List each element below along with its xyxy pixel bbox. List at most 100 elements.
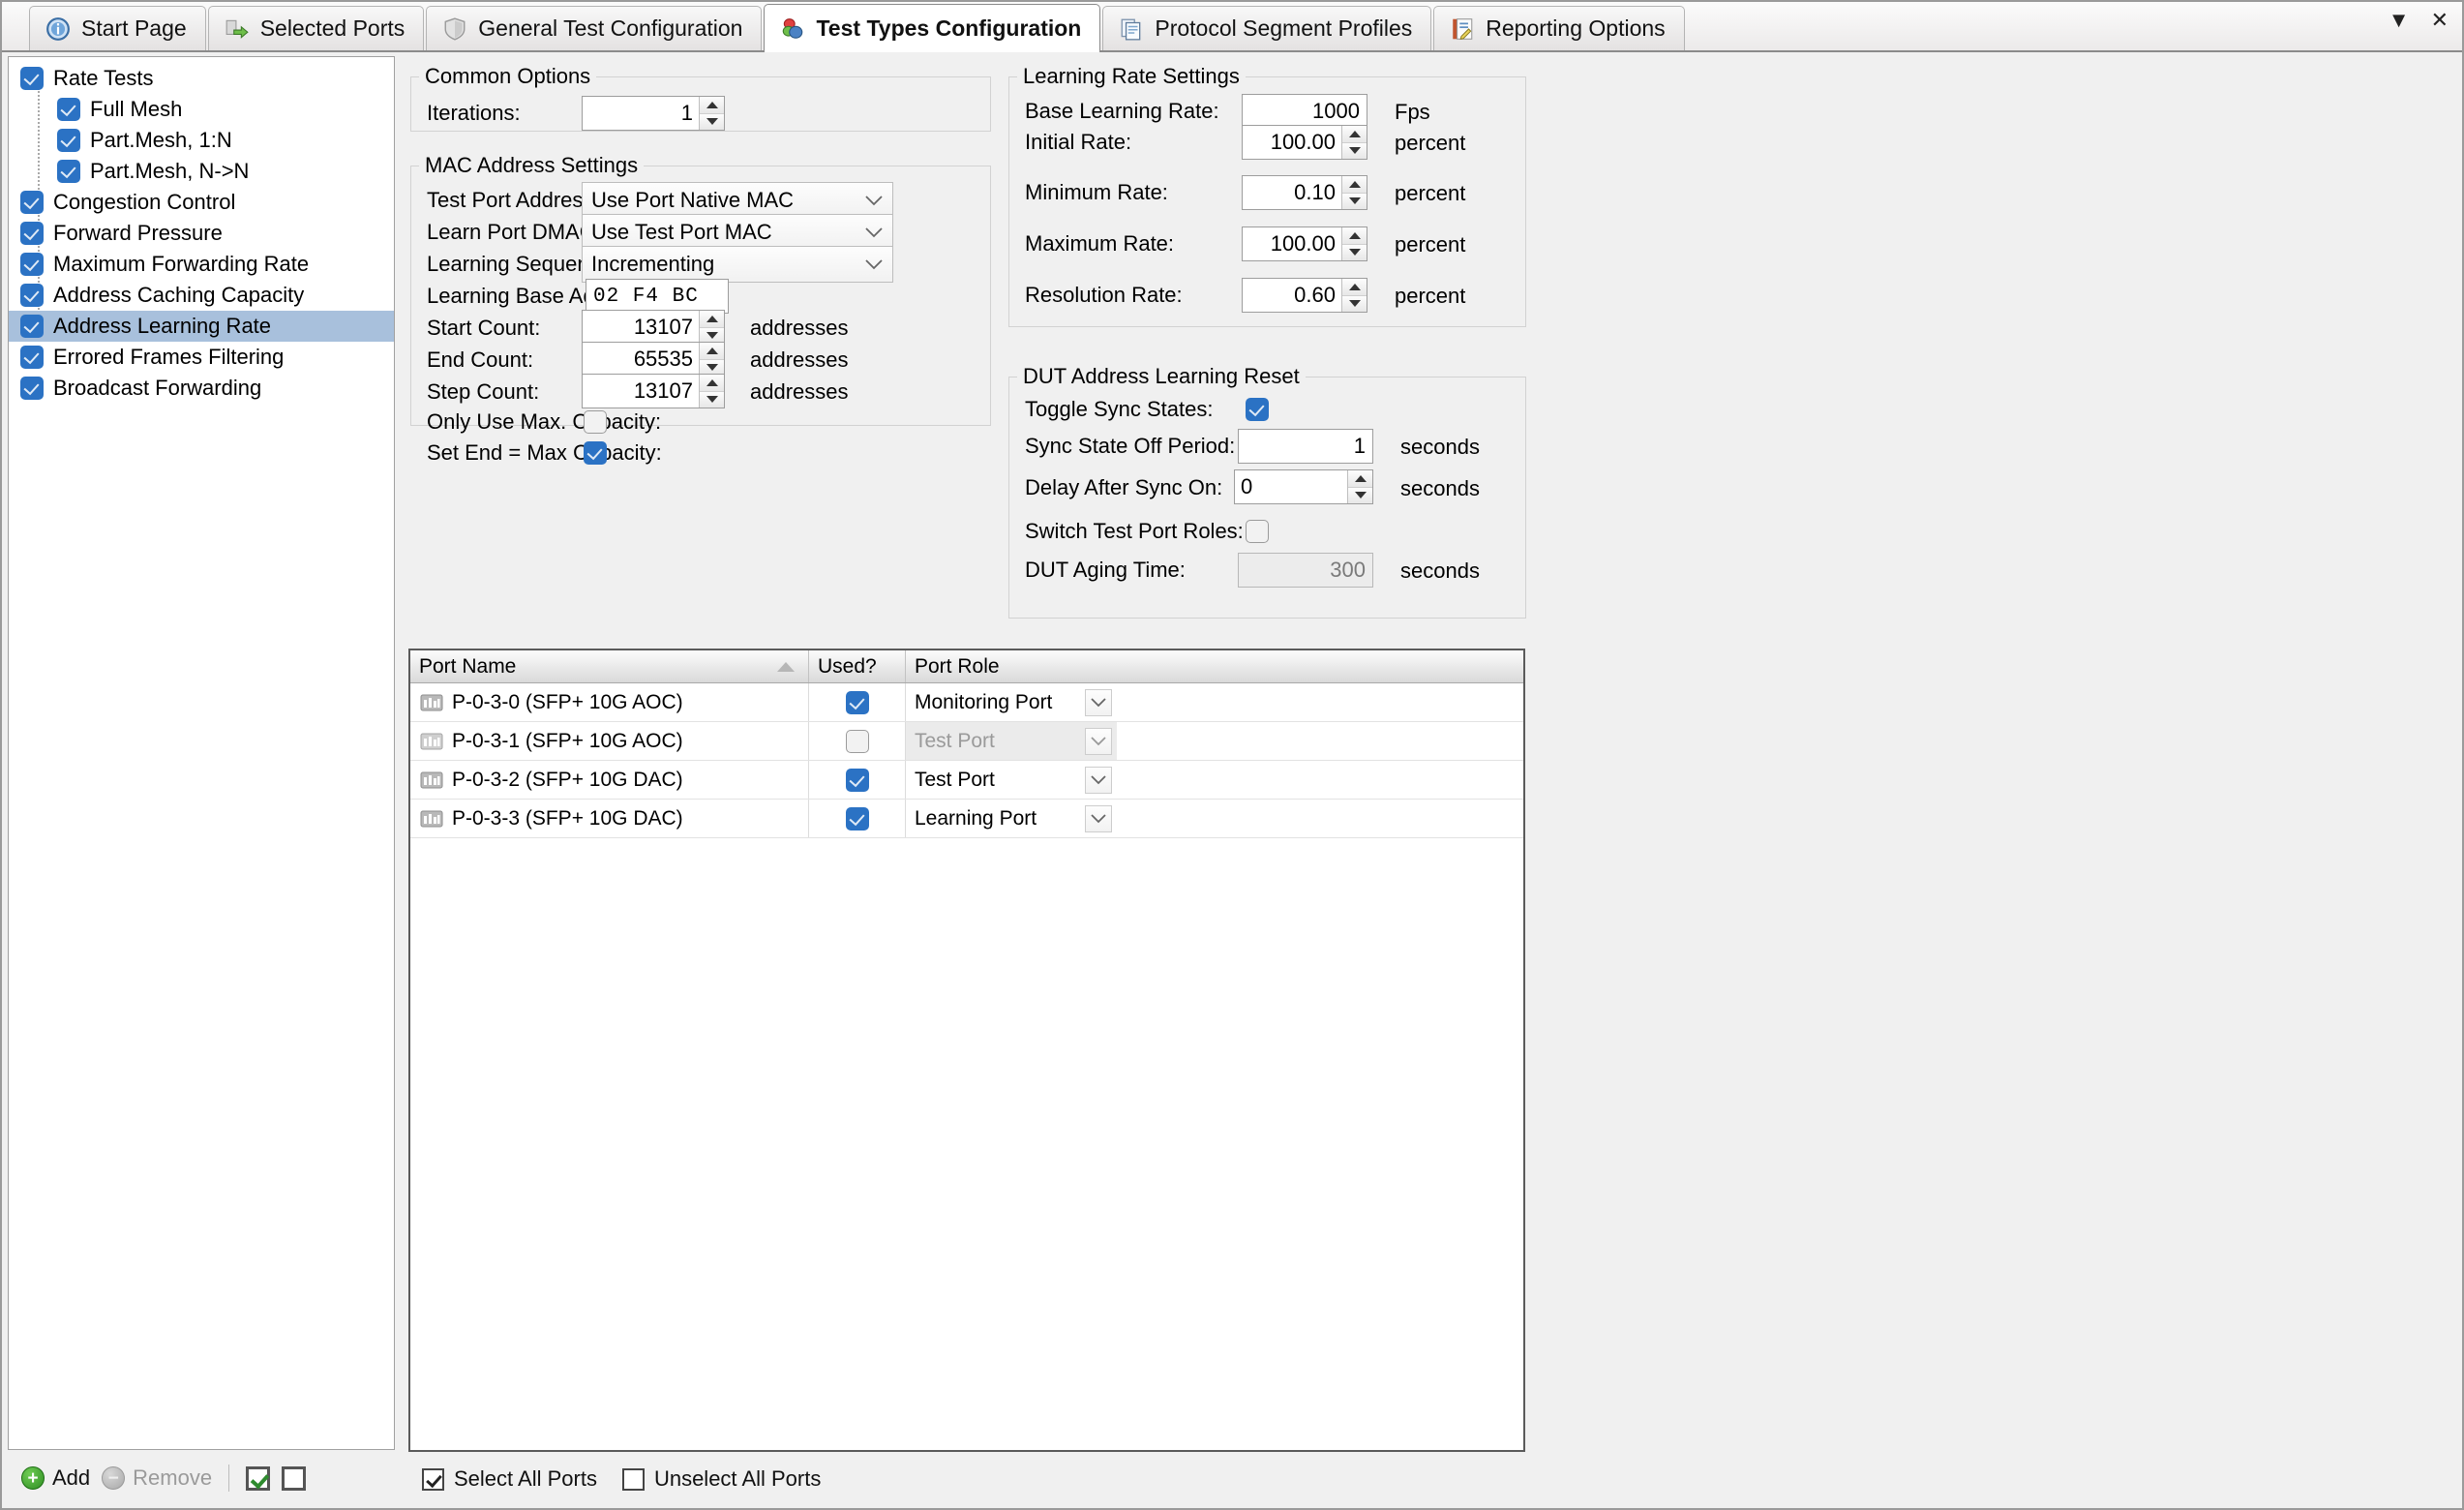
- resolution-rate-value[interactable]: 0.60: [1243, 279, 1341, 312]
- column-header-used[interactable]: Used?: [809, 650, 906, 682]
- minimum-rate-spin-down[interactable]: [1342, 193, 1367, 209]
- resolution-rate-spin-up[interactable]: [1342, 279, 1367, 296]
- initial-rate-stepper[interactable]: 100.00: [1242, 125, 1367, 160]
- port-role-dropdown-button[interactable]: [1085, 766, 1112, 794]
- tab-reporting-options[interactable]: Reporting Options: [1433, 6, 1685, 50]
- delay-after-sync-on-value[interactable]: 0: [1235, 470, 1347, 503]
- only-use-max-capacity-checkbox[interactable]: [584, 410, 607, 434]
- minimum-rate-spin-buttons[interactable]: [1341, 176, 1367, 209]
- delay-after-sync-on-spin-down[interactable]: [1348, 487, 1372, 503]
- tree-item-congestion-control[interactable]: Congestion Control: [9, 187, 394, 218]
- tree-checkbox[interactable]: [20, 315, 44, 338]
- minimum-rate-stepper[interactable]: 0.10: [1242, 175, 1367, 210]
- maximum-rate-spin-buttons[interactable]: [1341, 227, 1367, 260]
- step-count-spin-down[interactable]: [700, 391, 724, 408]
- port-used-cell[interactable]: [809, 722, 906, 760]
- start-count-spin-buttons[interactable]: [699, 311, 724, 344]
- sync-state-off-period-input[interactable]: 1: [1238, 429, 1373, 464]
- toggle-sync-states-checkbox[interactable]: [1246, 398, 1269, 421]
- port-grid[interactable]: Port Name Used? Port Role P-0-3-0 (SFP+ …: [408, 649, 1525, 1452]
- port-role-cell[interactable]: Monitoring Port: [906, 683, 1117, 721]
- end-count-spin-buttons[interactable]: [699, 343, 724, 376]
- port-used-cell[interactable]: [809, 683, 906, 721]
- set-end-max-capacity-checkbox[interactable]: [584, 441, 607, 465]
- step-count-stepper[interactable]: 13107: [582, 374, 725, 408]
- port-role-cell[interactable]: Test Port: [906, 722, 1117, 760]
- step-count-spin-up[interactable]: [700, 375, 724, 392]
- close-icon[interactable]: ✕: [2431, 10, 2449, 31]
- end-count-spin-up[interactable]: [700, 343, 724, 360]
- table-row[interactable]: P-0-3-3 (SFP+ 10G DAC) Learning Port: [410, 800, 1523, 838]
- table-row[interactable]: P-0-3-1 (SFP+ 10G AOC) Test Port: [410, 722, 1523, 761]
- tree-checkbox[interactable]: [20, 377, 44, 400]
- tree-checkbox[interactable]: [20, 222, 44, 245]
- table-row[interactable]: P-0-3-2 (SFP+ 10G DAC) Test Port: [410, 761, 1523, 800]
- step-count-value[interactable]: 13107: [583, 375, 699, 408]
- switch-test-port-roles-checkbox[interactable]: [1246, 520, 1269, 543]
- tree-checkbox[interactable]: [20, 284, 44, 307]
- tree-checkbox[interactable]: [57, 129, 80, 152]
- port-role-dropdown-button[interactable]: [1085, 727, 1112, 755]
- unselect-all-ports-checkbox[interactable]: [621, 1467, 645, 1491]
- port-used-cell[interactable]: [809, 800, 906, 837]
- tree-item-full-mesh[interactable]: Full Mesh: [9, 94, 394, 125]
- minimum-rate-value[interactable]: 0.10: [1243, 176, 1341, 209]
- step-count-spin-buttons[interactable]: [699, 375, 724, 408]
- maximum-rate-stepper[interactable]: 100.00: [1242, 226, 1367, 261]
- tree-item-part-mesh-1n[interactable]: Part.Mesh, 1:N: [9, 125, 394, 156]
- resolution-rate-spin-down[interactable]: [1342, 295, 1367, 312]
- select-all-ports-option[interactable]: Select All Ports: [422, 1466, 597, 1492]
- tree-item-broadcast-forwarding[interactable]: Broadcast Forwarding: [9, 373, 394, 404]
- minimum-rate-spin-up[interactable]: [1342, 176, 1367, 194]
- iterations-spin-up[interactable]: [700, 97, 724, 114]
- tree-item-forward-pressure[interactable]: Forward Pressure: [9, 218, 394, 249]
- iterations-stepper[interactable]: 1: [582, 96, 725, 131]
- resolution-rate-spin-buttons[interactable]: [1341, 279, 1367, 312]
- initial-rate-spin-down[interactable]: [1342, 142, 1367, 159]
- initial-rate-spin-buttons[interactable]: [1341, 126, 1367, 159]
- unselect-all-ports-option[interactable]: Unselect All Ports: [621, 1466, 821, 1492]
- port-used-checkbox[interactable]: [845, 768, 869, 792]
- iterations-spin-buttons[interactable]: [699, 97, 724, 130]
- port-used-checkbox[interactable]: [845, 729, 869, 753]
- start-count-value[interactable]: 13107: [583, 311, 699, 344]
- tree-checkbox[interactable]: [57, 160, 80, 183]
- tree-checkbox[interactable]: [57, 98, 80, 121]
- table-row[interactable]: P-0-3-0 (SFP+ 10G AOC) Monitoring Port: [410, 683, 1523, 722]
- tab-selected-ports[interactable]: Selected Ports: [207, 6, 425, 50]
- tree-checkbox[interactable]: [20, 346, 44, 369]
- tree-item-address-learning-rate[interactable]: Address Learning Rate: [9, 311, 394, 342]
- initial-rate-value[interactable]: 100.00: [1243, 126, 1341, 159]
- column-header-port-role[interactable]: Port Role: [906, 650, 1117, 682]
- port-used-checkbox[interactable]: [845, 690, 869, 714]
- resolution-rate-stepper[interactable]: 0.60: [1242, 278, 1367, 313]
- uncheck-all-tests-checkbox[interactable]: [282, 1465, 307, 1491]
- iterations-spin-down[interactable]: [700, 113, 724, 130]
- tab-general-test-configuration[interactable]: General Test Configuration: [426, 6, 763, 50]
- learning-sequence-select[interactable]: Incrementing: [582, 246, 893, 283]
- end-count-value[interactable]: 65535: [583, 343, 699, 376]
- tab-start-page[interactable]: Start Page: [29, 6, 206, 50]
- tree-item-part-mesh-nn[interactable]: Part.Mesh, N->N: [9, 156, 394, 187]
- tab-test-types-configuration[interactable]: Test Types Configuration: [764, 4, 1101, 52]
- tree-checkbox[interactable]: [20, 67, 44, 90]
- tab-protocol-segment-profiles[interactable]: Protocol Segment Profiles: [1102, 6, 1432, 50]
- port-role-dropdown-button[interactable]: [1085, 804, 1112, 832]
- maximum-rate-spin-down[interactable]: [1342, 244, 1367, 260]
- tree-item-maximum-forwarding-rate[interactable]: Maximum Forwarding Rate: [9, 249, 394, 280]
- base-learning-rate-input[interactable]: 1000: [1242, 94, 1367, 129]
- tree-checkbox[interactable]: [20, 191, 44, 214]
- column-header-port-name[interactable]: Port Name: [410, 650, 809, 682]
- start-count-spin-up[interactable]: [700, 311, 724, 328]
- port-role-cell[interactable]: Test Port: [906, 761, 1117, 799]
- port-role-cell[interactable]: Learning Port: [906, 800, 1117, 837]
- tree-item-rate-tests[interactable]: Rate Tests: [9, 63, 394, 94]
- end-count-stepper[interactable]: 65535: [582, 342, 725, 377]
- minimize-icon[interactable]: ▼: [2389, 10, 2410, 31]
- delay-after-sync-on-spin-up[interactable]: [1348, 470, 1372, 488]
- tree-item-errored-frames-filtering[interactable]: Errored Frames Filtering: [9, 342, 394, 373]
- check-all-tests-checkbox[interactable]: [246, 1465, 271, 1491]
- iterations-value[interactable]: 1: [583, 97, 699, 130]
- delay-after-sync-on-stepper[interactable]: 0: [1234, 469, 1373, 504]
- maximum-rate-value[interactable]: 100.00: [1243, 227, 1341, 260]
